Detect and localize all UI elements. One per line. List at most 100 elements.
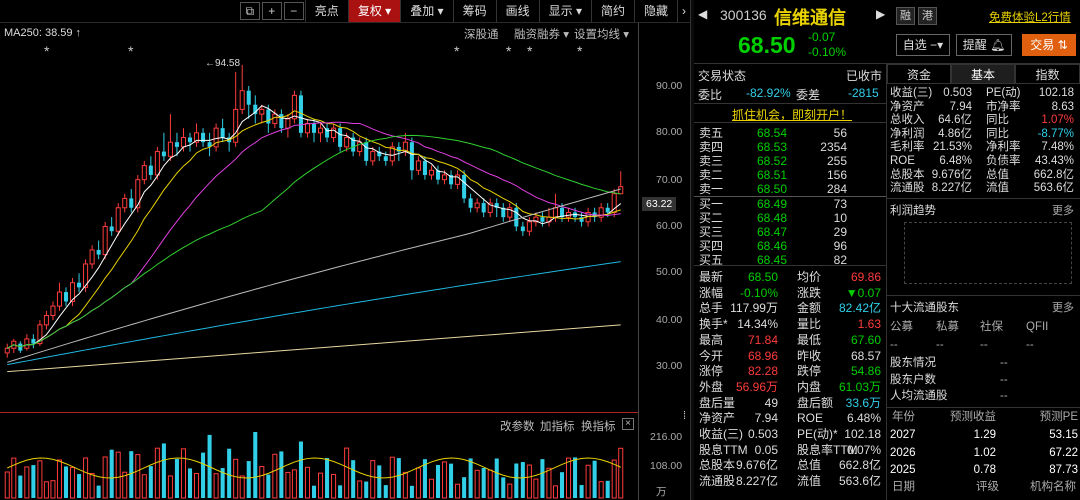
fund-label: ROE (890, 155, 915, 167)
copy-icon[interactable]: ⧉ (239, 2, 260, 20)
volume-chart[interactable] (0, 432, 640, 500)
price-tick: 60.00 (656, 220, 683, 232)
quote-value: 662.8亿 (838, 458, 881, 473)
bid-diff-label: 委差 (796, 88, 821, 102)
plus-icon[interactable]: + (261, 2, 282, 20)
holder-column: QFII (1026, 321, 1049, 333)
order-price: 68.51 (757, 168, 788, 182)
volume-bar (233, 458, 239, 499)
top-holders-more[interactable]: 更多 (1052, 299, 1074, 315)
quote-row: 涨停 82.28 跌停 54.86 (697, 363, 883, 379)
order-label: 买二 (699, 211, 724, 225)
volume-bar (311, 485, 317, 498)
candle-body (63, 292, 69, 302)
volume-bar (70, 466, 76, 499)
quote-value: 68.96 (747, 348, 778, 363)
toolbar-highlight[interactable]: 亮点 (304, 0, 348, 22)
toolbar-overlay-dropdown[interactable]: 叠加 ▾ (400, 0, 452, 22)
order-row-buy: 买三 68.47 29 (697, 225, 883, 239)
forecast-header: 预测PE (1039, 411, 1078, 423)
quote-label: 总值 (797, 458, 822, 473)
profit-trend-more[interactable]: 更多 (1052, 202, 1074, 218)
candle-body (115, 207, 121, 232)
candle-body (383, 156, 388, 161)
quote-value: 117.99万 (730, 301, 778, 316)
trade-button[interactable]: 交易 ⇅ (1022, 34, 1076, 56)
candle-body (77, 282, 82, 288)
quote-row: 今开 68.96 昨收 68.57 (697, 348, 883, 364)
volume-bar (89, 473, 95, 499)
volume-bar (325, 458, 330, 498)
volume-bar (507, 483, 513, 499)
holder-row-label: 股东户数 (890, 373, 936, 386)
order-volume: 29 (833, 225, 847, 239)
open-account-link[interactable]: 抓住机会，即刻开户！ (732, 106, 852, 123)
candle-body (474, 202, 480, 209)
candle-body (318, 127, 324, 134)
fund-label: 流通股 (890, 182, 925, 195)
toolbar-draw[interactable]: 画线 (495, 0, 539, 22)
minus-icon[interactable]: − (283, 2, 304, 20)
alert-button[interactable]: 提醒 🔔︎ (956, 34, 1012, 56)
candle-body (43, 314, 49, 326)
volume-bar (468, 458, 473, 498)
fund-value: 7.94 (949, 100, 972, 113)
toolbar-hide[interactable]: 隐藏 (633, 0, 677, 22)
candle-body (409, 142, 414, 171)
volume-bar (279, 451, 284, 498)
volume-bar (377, 465, 382, 498)
tab-index[interactable]: 指数 (1015, 64, 1080, 84)
tab-funds[interactable]: 资金 (887, 64, 951, 84)
scroll-handle-icon[interactable]: ⁞ (683, 410, 686, 422)
watchlist-label: 自选 (902, 38, 927, 52)
price-tick: 40.00 (656, 314, 683, 326)
order-volume: 82 (833, 253, 847, 267)
quote-label: PE(动)* (797, 427, 838, 441)
toolbar-simple[interactable]: 简约 (590, 0, 634, 22)
quote-label: 跌停 (797, 364, 822, 379)
next-stock-icon[interactable]: ▶ (876, 7, 885, 21)
volume-bar (63, 466, 69, 498)
volume-bar (37, 460, 43, 499)
volume-bar (148, 466, 153, 498)
quote-value: -0.10% (739, 285, 778, 300)
fund-label: 总值 (986, 168, 1009, 181)
watchlist-button[interactable]: 自选 −▾ (896, 34, 950, 56)
toolbar-display-dropdown[interactable]: 显示 ▾ (538, 0, 591, 22)
toolbar-adjust-dropdown[interactable]: 复权 ▾ (347, 0, 401, 22)
order-volume: 156 (826, 168, 847, 182)
chevron-right-icon[interactable]: › (677, 0, 690, 22)
holder-value: -- (936, 339, 944, 351)
fund-label: 同比 (986, 127, 1009, 140)
kline-chart[interactable] (0, 40, 640, 410)
last-price: 68.50 (738, 32, 796, 58)
volume-bar (605, 480, 610, 498)
toolbar-chips[interactable]: 筹码 (452, 0, 496, 22)
l2-trial-link[interactable]: 免费体验L2行情 (989, 9, 1071, 25)
volume-bar (259, 465, 265, 499)
candle-body (364, 142, 369, 161)
quote-label: 昨收 (797, 348, 822, 363)
price-change: -0.07 (808, 30, 836, 44)
panel-splitter[interactable] (690, 0, 694, 500)
candle-body (428, 169, 434, 176)
fund-label: 同比 (986, 114, 1009, 127)
quote-value: 0.07% (846, 442, 881, 457)
holder-row-value: -- (1000, 357, 1008, 369)
quote-label: 外盘 (699, 379, 724, 394)
candle-body (174, 142, 179, 147)
quote-label: 涨停 (699, 364, 724, 379)
volume-bar (487, 469, 493, 499)
fund-value: 21.53% (932, 141, 972, 154)
volume-bar (611, 459, 617, 499)
order-volume: 96 (833, 239, 847, 253)
volume-bar (449, 463, 454, 498)
volume-unit: 万 (656, 486, 667, 498)
volume-bar (396, 458, 401, 498)
volume-bar (174, 458, 179, 498)
tab-basics[interactable]: 基本 (951, 64, 1015, 84)
order-volume: 255 (826, 154, 847, 168)
close-icon[interactable]: × (622, 418, 634, 430)
order-volume: 2354 (820, 140, 847, 154)
prev-stock-icon[interactable]: ◀ (698, 7, 707, 21)
